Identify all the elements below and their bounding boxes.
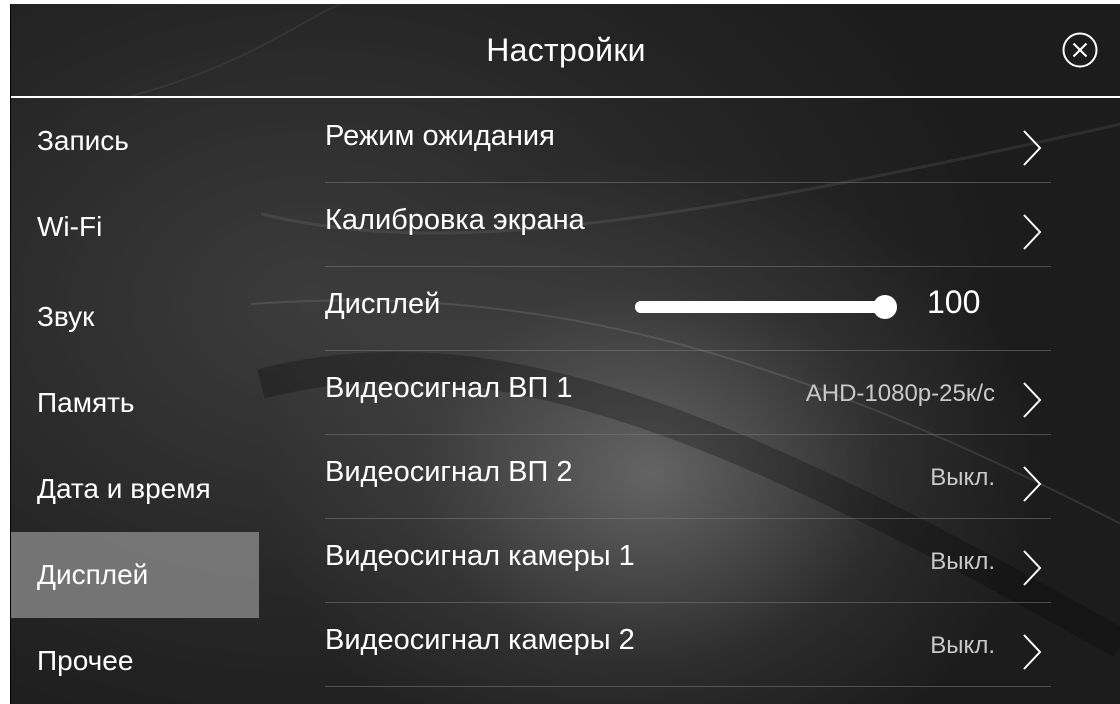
row-standby-mode[interactable]: Режим ожидания <box>325 98 1051 183</box>
brightness-value: 100 <box>927 284 981 320</box>
sidebar-item-label: Память <box>37 387 135 418</box>
row-value: Выкл. <box>930 464 995 491</box>
sidebar-item-sound[interactable]: Звук <box>11 274 259 360</box>
row-label: Видеосигнал камеры 2 <box>325 624 635 656</box>
brightness-slider[interactable] <box>635 295 897 319</box>
row-label: Видеосигнал ВП 1 <box>325 372 573 404</box>
chevron-right-icon <box>1023 466 1042 502</box>
row-screen-calibration[interactable]: Калибровка экрана <box>325 182 1051 267</box>
chevron-right-icon <box>1023 382 1042 418</box>
sidebar-item-label: Запись <box>37 125 129 156</box>
sidebar-item-label: Дата и время <box>37 473 211 504</box>
sidebar-item-label: Дисплей <box>37 559 149 590</box>
slider-fill <box>635 301 885 313</box>
row-video-signal-camera2[interactable]: Видеосигнал камеры 2 Выкл. <box>325 602 1051 687</box>
header-bar: Настройки <box>11 4 1120 98</box>
row-label: Калибровка экрана <box>325 204 585 236</box>
row-label: Видеосигнал камеры 1 <box>325 540 635 572</box>
sidebar-item-other[interactable]: Прочее <box>11 618 259 704</box>
sidebar-item-date-time[interactable]: Дата и время <box>11 446 259 532</box>
sidebar-item-memory[interactable]: Память <box>11 360 259 446</box>
row-label: Видеосигнал ВП 2 <box>325 456 573 488</box>
sidebar-item-label: Прочее <box>37 645 134 676</box>
row-video-signal-vp1[interactable]: Видеосигнал ВП 1 AHD-1080p-25к/с <box>325 350 1051 435</box>
row-value: Выкл. <box>930 632 995 659</box>
sidebar-item-wifi[interactable]: Wi-Fi <box>11 184 259 270</box>
settings-screen: Настройки Запись Wi-Fi Звук Память Дата … <box>10 4 1120 704</box>
chevron-right-icon <box>1023 214 1042 250</box>
chevron-right-icon <box>1023 634 1042 670</box>
chevron-right-icon <box>1023 550 1042 586</box>
row-video-signal-camera1[interactable]: Видеосигнал камеры 1 Выкл. <box>325 518 1051 603</box>
close-button[interactable] <box>1061 31 1099 69</box>
sidebar-item-display[interactable]: Дисплей <box>11 532 259 618</box>
chevron-right-icon <box>1023 130 1042 166</box>
row-video-signal-vp2[interactable]: Видеосигнал ВП 2 Выкл. <box>325 434 1051 519</box>
row-display-brightness: Дисплей 100 <box>325 266 1051 351</box>
sidebar-item-label: Wi-Fi <box>37 211 103 242</box>
row-value: AHD-1080p-25к/с <box>805 380 995 407</box>
page-title: Настройки <box>486 32 646 68</box>
row-label: Режим ожидания <box>325 120 555 152</box>
sidebar-item-label: Звук <box>37 301 95 332</box>
close-circle-icon <box>1062 32 1098 68</box>
row-value: Выкл. <box>930 548 995 575</box>
slider-thumb[interactable] <box>873 295 897 319</box>
sidebar-item-record[interactable]: Запись <box>11 98 259 184</box>
row-label: Дисплей <box>325 288 441 320</box>
